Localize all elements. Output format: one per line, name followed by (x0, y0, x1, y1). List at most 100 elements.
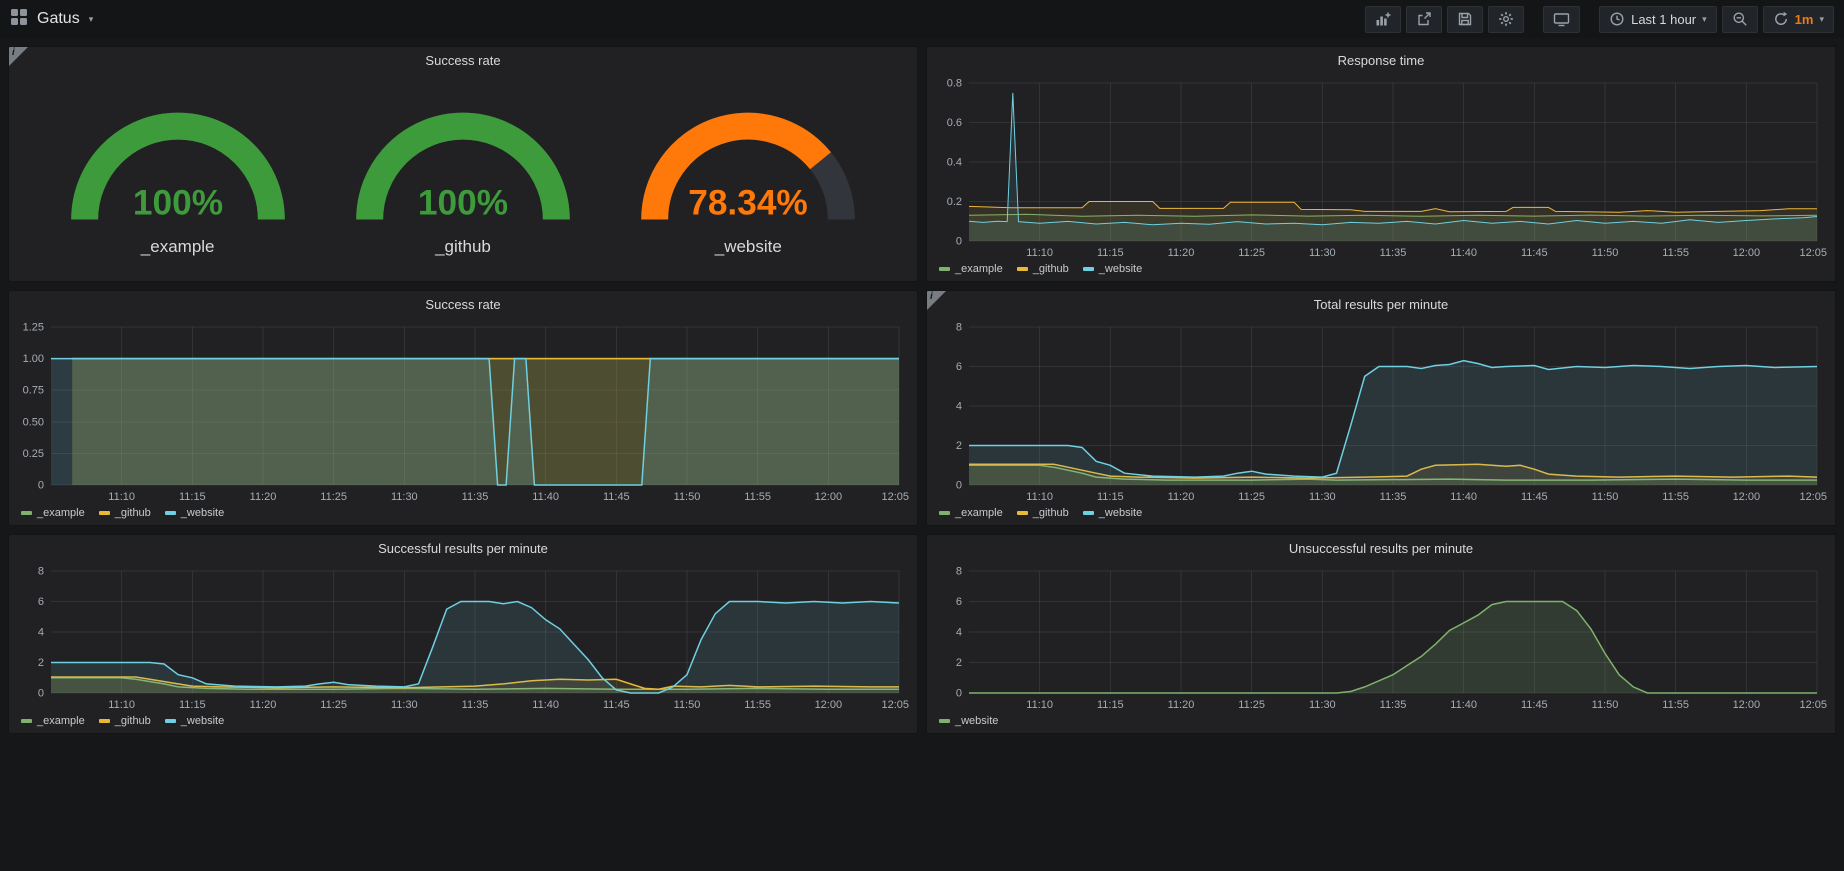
dashboard-grid-icon[interactable] (10, 8, 28, 31)
panel-info-corner[interactable]: i (927, 291, 946, 310)
panel-title[interactable]: Successful results per minute (9, 535, 917, 561)
svg-text:0.2: 0.2 (947, 196, 962, 208)
panel-title[interactable]: Total results per minute (927, 291, 1835, 317)
legend-item[interactable]: _website (939, 715, 998, 727)
svg-text:11:30: 11:30 (1309, 491, 1336, 503)
svg-text:11:10: 11:10 (1026, 699, 1053, 711)
response-time-chart[interactable]: 00.20.40.60.811:1011:1511:2011:2511:3011… (933, 73, 1829, 261)
dashboard-title[interactable]: Gatus (37, 10, 80, 28)
svg-text:4: 4 (956, 401, 962, 413)
svg-text:1.00: 1.00 (23, 353, 44, 365)
share-icon (1416, 11, 1432, 27)
unsuccessful-results-chart[interactable]: 0246811:1011:1511:2011:2511:3011:3511:40… (933, 561, 1829, 713)
chart-legend: _example _github _website (927, 261, 1835, 281)
svg-text:11:45: 11:45 (1521, 247, 1548, 259)
svg-text:12:05: 12:05 (881, 699, 909, 711)
legend-item[interactable]: _github (1017, 507, 1069, 519)
add-panel-button[interactable] (1365, 6, 1401, 33)
gauge-label: _website (715, 237, 782, 257)
share-dashboard-button[interactable] (1406, 6, 1442, 33)
svg-text:11:15: 11:15 (1097, 491, 1124, 503)
successful-results-chart[interactable]: 0246811:1011:1511:2011:2511:3011:3511:40… (15, 561, 911, 713)
svg-text:12:00: 12:00 (1733, 247, 1761, 259)
svg-text:11:55: 11:55 (744, 699, 771, 711)
gauge-arc: 100% (335, 94, 591, 234)
legend-item[interactable]: _website (165, 507, 224, 519)
time-range-picker[interactable]: Last 1 hour ▾ (1599, 6, 1717, 33)
panel-title[interactable]: Unsuccessful results per minute (927, 535, 1835, 561)
chart-legend: _example _github _website (9, 505, 917, 525)
gear-icon (1498, 11, 1514, 27)
svg-text:11:45: 11:45 (1521, 491, 1548, 503)
panel-title[interactable]: Success rate (9, 47, 917, 73)
svg-text:0.8: 0.8 (947, 78, 962, 90)
svg-text:0: 0 (38, 480, 44, 492)
legend-item[interactable]: _website (165, 715, 224, 727)
legend-item[interactable]: _example (21, 715, 85, 727)
gauge-row: 100% _example 100% _github 78.34% _websi… (9, 73, 917, 281)
svg-text:0: 0 (956, 236, 962, 248)
svg-text:11:15: 11:15 (179, 491, 206, 503)
svg-text:11:50: 11:50 (1592, 699, 1619, 711)
cycle-view-mode-button[interactable] (1543, 6, 1580, 33)
svg-text:100%: 100% (418, 183, 508, 222)
time-range-caret-icon: ▾ (1702, 15, 1707, 24)
zoom-out-icon (1732, 11, 1748, 27)
success-rate-chart[interactable]: 00.250.500.751.001.2511:1011:1511:2011:2… (15, 317, 911, 505)
total-results-chart[interactable]: 0246811:1011:1511:2011:2511:3011:3511:40… (933, 317, 1829, 505)
svg-text:2: 2 (38, 657, 44, 669)
svg-text:11:45: 11:45 (603, 491, 630, 503)
svg-text:12:05: 12:05 (1799, 491, 1827, 503)
zoom-out-button[interactable] (1722, 6, 1758, 33)
svg-text:0.75: 0.75 (23, 385, 44, 397)
svg-text:11:55: 11:55 (1662, 699, 1689, 711)
svg-text:11:25: 11:25 (320, 491, 347, 503)
clock-icon (1609, 11, 1625, 27)
chart-svg: 00.20.40.60.811:1011:1511:2011:2511:3011… (933, 73, 1829, 261)
chart-svg: 0246811:1011:1511:2011:2511:3011:3511:40… (15, 561, 911, 713)
chart-legend: _website (927, 713, 1835, 733)
gauge-website: 78.34% _website (620, 94, 876, 257)
svg-text:100%: 100% (133, 183, 223, 222)
gauge-github: 100% _github (335, 94, 591, 257)
svg-text:12:05: 12:05 (1799, 247, 1827, 259)
svg-text:12:05: 12:05 (881, 491, 909, 503)
svg-text:11:25: 11:25 (1238, 491, 1265, 503)
panel-title[interactable]: Success rate (9, 291, 917, 317)
panel-info-corner[interactable]: i (9, 47, 28, 66)
legend-item[interactable]: _github (99, 507, 151, 519)
svg-text:0: 0 (956, 480, 962, 492)
legend-item[interactable]: _github (99, 715, 151, 727)
panel-total-results: i Total results per minute 0246811:1011:… (926, 290, 1836, 526)
svg-text:11:10: 11:10 (1026, 491, 1053, 503)
legend-item[interactable]: _example (939, 507, 1003, 519)
svg-text:78.34%: 78.34% (689, 183, 809, 222)
svg-text:11:40: 11:40 (532, 699, 559, 711)
legend-item[interactable]: _website (1083, 263, 1142, 275)
svg-text:0.25: 0.25 (23, 448, 44, 460)
panel-title[interactable]: Response time (927, 47, 1835, 73)
svg-text:0.50: 0.50 (23, 416, 44, 428)
svg-text:0: 0 (956, 688, 962, 700)
svg-text:11:10: 11:10 (108, 491, 135, 503)
chart-legend: _example _github _website (927, 505, 1835, 525)
dashboard-caret-icon[interactable]: ▾ (89, 15, 94, 24)
gauge-label: _example (141, 237, 215, 257)
svg-text:8: 8 (38, 566, 44, 578)
refresh-picker[interactable]: 1m ▾ (1763, 6, 1834, 33)
gauge-arc: 100% (50, 94, 306, 234)
svg-text:11:35: 11:35 (1380, 491, 1407, 503)
svg-text:11:25: 11:25 (320, 699, 347, 711)
dashboard-settings-button[interactable] (1488, 6, 1524, 33)
svg-text:0.6: 0.6 (947, 117, 962, 129)
svg-text:11:55: 11:55 (1662, 491, 1689, 503)
legend-item[interactable]: _github (1017, 263, 1069, 275)
svg-text:11:30: 11:30 (391, 699, 418, 711)
gauge-example: 100% _example (50, 94, 306, 257)
save-dashboard-button[interactable] (1447, 6, 1483, 33)
svg-text:11:30: 11:30 (391, 491, 418, 503)
legend-item[interactable]: _example (21, 507, 85, 519)
svg-text:11:35: 11:35 (1380, 247, 1407, 259)
legend-item[interactable]: _website (1083, 507, 1142, 519)
legend-item[interactable]: _example (939, 263, 1003, 275)
